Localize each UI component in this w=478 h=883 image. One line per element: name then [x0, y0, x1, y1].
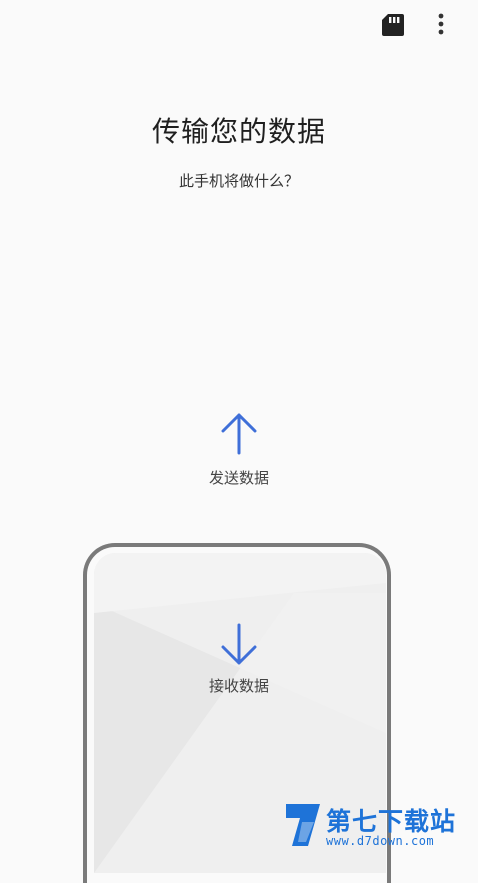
arrow-down-icon: [221, 623, 257, 665]
watermark-logo-icon: [286, 804, 320, 846]
top-app-bar: [0, 0, 478, 50]
page-subtitle: 此手机将做什么？: [178, 172, 299, 190]
send-data-label: 发送数据: [208, 469, 269, 487]
receive-data-option[interactable]: 接收数据: [179, 617, 299, 707]
watermark: 第七下载站 www.d7down.com: [282, 800, 478, 850]
receive-data-label: 接收数据: [208, 677, 269, 695]
watermark-title: 第七下载站: [326, 807, 457, 836]
arrow-up-icon: [221, 413, 257, 455]
send-data-option[interactable]: 发送数据: [179, 405, 299, 495]
more-vertical-icon: [438, 13, 444, 35]
sd-card-icon: [382, 14, 404, 36]
more-options-button[interactable]: [428, 10, 454, 40]
sd-card-button[interactable]: [378, 10, 408, 40]
watermark-url: www.d7down.com: [326, 834, 435, 848]
page-title: 传输您的数据: [151, 115, 326, 148]
